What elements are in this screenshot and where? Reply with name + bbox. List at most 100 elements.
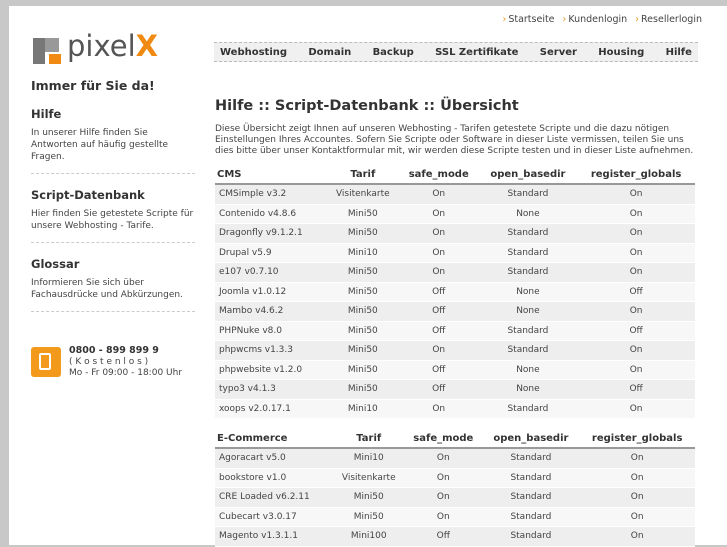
table-cell: On	[398, 340, 479, 361]
table-cell: On	[577, 204, 695, 224]
table-row[interactable]: Contenido v4.8.6 Mini50 On None On	[215, 204, 695, 224]
script-name: CRE Loaded v6.2.11	[215, 487, 334, 508]
sidebar-heading-hilfe[interactable]: Hilfe	[31, 107, 195, 121]
table-cell: On	[404, 448, 483, 469]
table-cell: On	[579, 448, 695, 469]
table-row[interactable]: Dragonfly v9.1.2.1 Mini50 On Standard On	[215, 223, 695, 244]
table-cell: Standard	[478, 243, 578, 263]
nav-item-hilfe[interactable]: Hilfe	[666, 47, 692, 58]
arrow-icon: ›	[502, 14, 507, 25]
nav-item-domain[interactable]: Domain	[308, 47, 351, 58]
top-link-kundenlogin[interactable]: › Kundenlogin	[563, 14, 628, 25]
table-cell: Standard	[482, 448, 580, 469]
table-row[interactable]: bookstore v1.0 Visitenkarte On Standard On	[215, 468, 695, 488]
table-cell: On	[577, 184, 695, 205]
column-header: safe_mode	[398, 165, 479, 185]
script-name: Agoracart v5.0	[215, 448, 334, 469]
top-link-startseite[interactable]: › Startseite	[503, 14, 555, 25]
sidebar-heading-glossar[interactable]: Glossar	[31, 257, 195, 271]
table-cell: None	[478, 301, 578, 322]
script-name: PHPNuke v8.0	[215, 321, 327, 341]
sidebar-text: Informieren Sie sich über Fachausdrücke …	[31, 278, 183, 300]
script-name: xoops v2.0.17.1	[215, 399, 327, 419]
table-row[interactable]: e107 v0.7.10 Mini50 On Standard On	[215, 262, 695, 283]
script-table: CMS Tarif safe_mode open_basedir register_gl…	[215, 165, 695, 419]
table-row[interactable]: Drupal v5.9 Mini10 On Standard On	[215, 243, 695, 263]
table-cell: On	[398, 204, 479, 224]
intro-text: Diese Übersicht zeigt Ihnen auf unseren …	[215, 124, 694, 156]
table-cell: On	[398, 399, 479, 419]
table-cell: On	[398, 184, 479, 205]
phone-note: ( K o s t e n l o s )	[69, 357, 149, 367]
column-header: safe_mode	[404, 429, 483, 449]
page: › Startseite › Kundenlogin › Resellerlogin pi…	[9, 6, 727, 547]
table-cell: Off	[398, 301, 479, 322]
nav-item-backup[interactable]: Backup	[373, 47, 414, 58]
script-name: CMSimple v3.2	[215, 184, 327, 205]
table-cell: Standard	[478, 184, 578, 205]
table-cell: On	[579, 507, 695, 527]
table-cell: On	[404, 468, 483, 488]
table-row[interactable]: xoops v2.0.17.1 Mini10 On Standard On	[215, 399, 695, 419]
arrow-icon: ›	[635, 14, 639, 25]
column-header: Tarif	[333, 429, 405, 449]
table-row[interactable]: CMSimple v3.2 Visitenkarte On Standard On	[215, 184, 695, 205]
nav-item-housing[interactable]: Housing	[598, 47, 644, 58]
top-link-label: Resellerlogin	[641, 14, 702, 25]
script-name: phpwebsite v1.2.0	[215, 360, 327, 380]
table-cell: Visitenkarte	[326, 184, 399, 205]
phone-text: 0800 - 899 899 9 ( K o s t e n l o s ) M…	[69, 345, 182, 379]
sidebar-text: Hier finden Sie getestete Scripte für un…	[31, 209, 194, 231]
column-header: register_globals	[577, 165, 695, 185]
table-cell: Visitenkarte	[333, 468, 405, 488]
script-table: E-Commerce Tarif safe_mode open_basedir regi…	[215, 429, 695, 547]
table-row[interactable]: CRE Loaded v6.2.11 Mini50 On Standard On	[215, 487, 695, 508]
nav-item-ssl-zertifikate[interactable]: SSL Zertifikate	[435, 47, 518, 58]
table-cell: On	[579, 468, 695, 488]
table-cell: Standard	[478, 262, 578, 283]
phone-hours: Mo - Fr 09:00 - 18:00 Uhr	[69, 368, 183, 378]
table-row[interactable]: phpwebsite v1.2.0 Mini50 Off None On	[215, 360, 695, 380]
table-row[interactable]: Cubecart v3.0.17 Mini50 On Standard On	[215, 507, 695, 527]
logo[interactable]: pixelX	[31, 29, 181, 72]
table-cell: Mini50	[333, 507, 405, 527]
top-link-label: Kundenlogin	[568, 14, 628, 25]
table-row[interactable]: Joomla v1.0.12 Mini50 Off None Off	[215, 282, 695, 302]
script-name: Cubecart v3.0.17	[215, 507, 334, 527]
table-cell: Off	[398, 282, 479, 302]
table-cell: Off	[398, 379, 479, 400]
column-header: open_basedir	[478, 165, 578, 185]
top-link-resellerlogin[interactable]: › Resellerlogin	[635, 14, 702, 25]
script-name: bookstore v1.0	[215, 468, 334, 488]
script-name: Magento v1.3.1.1	[215, 526, 334, 547]
sidebar-heading-script-datenbank[interactable]: Script-Datenbank	[31, 188, 195, 202]
column-header: register_globals	[579, 429, 695, 449]
script-name: Dragonfly v9.1.2.1	[215, 223, 327, 244]
table-row[interactable]: PHPNuke v8.0 Mini50 Off Standard Off	[215, 321, 695, 341]
script-name: e107 v0.7.10	[215, 262, 327, 283]
script-name: Drupal v5.9	[215, 243, 327, 263]
table-cell: On	[577, 301, 695, 322]
table-cell: Mini50	[326, 379, 399, 400]
table-row[interactable]: Mambo v4.6.2 Mini50 Off None On	[215, 301, 695, 322]
sidebar: Immer für Sie da! Hilfe In unserer Hilfe …	[31, 76, 195, 312]
table-header-row: CMS Tarif safe_mode open_basedir register_gl…	[215, 165, 695, 185]
table-cell: Standard	[482, 468, 580, 488]
nav-item-server[interactable]: Server	[540, 47, 577, 58]
table-cell: On	[577, 223, 695, 244]
table-row[interactable]: typo3 v4.1.3 Mini50 Off None Off	[215, 379, 695, 400]
table-cell: On	[577, 340, 695, 361]
column-header: open_basedir	[482, 429, 580, 449]
table-row[interactable]: phpwcms v1.3.3 Mini50 On Standard On	[215, 340, 695, 361]
table-cell: Standard	[478, 340, 578, 361]
script-name: phpwcms v1.3.3	[215, 340, 327, 361]
table-cell: Mini10	[333, 448, 405, 469]
table-cell: On	[577, 262, 695, 283]
table-row[interactable]: Agoracart v5.0 Mini10 On Standard On	[215, 448, 695, 469]
divider	[31, 173, 195, 174]
table-row[interactable]: Magento v1.3.1.1 Mini100 Off Standard On	[215, 526, 695, 547]
table-cell: None	[478, 204, 578, 224]
table-cell: Standard	[478, 321, 578, 341]
nav-item-webhosting[interactable]: Webhosting	[220, 47, 287, 58]
table-cell: Mini10	[326, 243, 399, 263]
